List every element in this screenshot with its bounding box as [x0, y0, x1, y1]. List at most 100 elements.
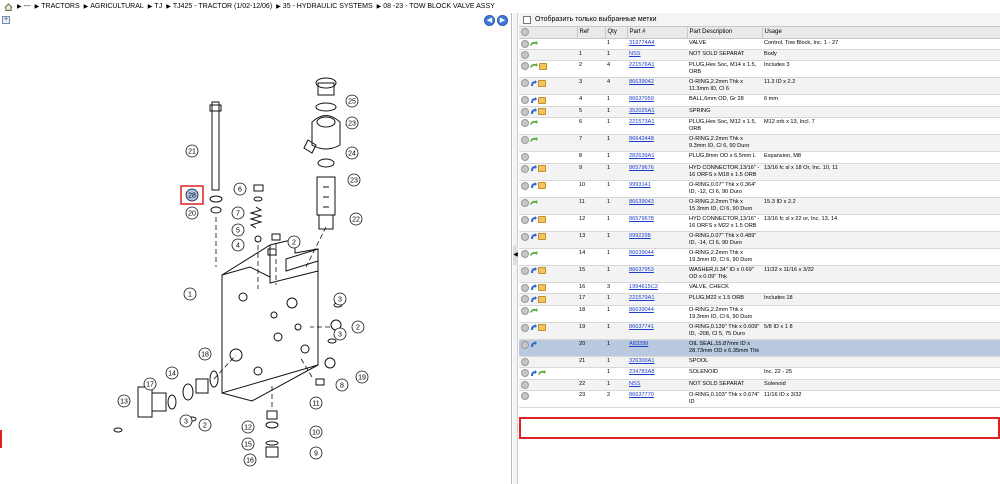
info-icon[interactable]: [521, 79, 529, 88]
part-number-link[interactable]: 86637770: [629, 392, 654, 398]
part-number-link[interactable]: 221579A1: [629, 295, 655, 301]
info-icon[interactable]: [521, 340, 529, 349]
callout-bubble[interactable]: 3: [333, 292, 347, 306]
blue-arrow-icon[interactable]: [530, 108, 537, 115]
table-row[interactable]: 1 234783A8 SOLENOID Inc. 22 - 25: [519, 367, 1000, 380]
callout-bubble[interactable]: 8: [335, 378, 349, 392]
table-row[interactable]: 9 1 86579676 HYD CONNECTOR,13/16" - 16 ORFS…: [519, 163, 1000, 181]
info-icon[interactable]: [521, 266, 529, 275]
parts-box-icon[interactable]: [538, 295, 546, 303]
table-row[interactable]: 10 1 9993141 O-RING,0.07" Thk x 0.364" ID, …: [519, 180, 1000, 198]
parts-box-icon[interactable]: [538, 267, 546, 275]
parts-box-icon[interactable]: [539, 62, 547, 70]
table-row[interactable]: 6 1 221573A1 PLUG,Hex Soc, M12 x 1.5, ORB M1…: [519, 117, 1000, 136]
green-arrow-icon[interactable]: [530, 137, 538, 143]
breadcrumb-item[interactable]: ---: [24, 3, 31, 10]
part-number-link[interactable]: 86642448: [629, 136, 654, 142]
table-row[interactable]: 22 1 NSS NOT SOLD SEPARAT Solenoid: [519, 379, 1000, 392]
info-icon[interactable]: [521, 215, 529, 224]
info-icon[interactable]: [521, 39, 529, 48]
table-row[interactable]: 8 1 282639A1 PLUG,8mm OD x 6.5mm L Expansion…: [519, 151, 1000, 164]
info-icon[interactable]: [521, 369, 529, 378]
info-icon[interactable]: [521, 295, 529, 304]
callout-bubble[interactable]: 15: [241, 437, 255, 451]
callout-bubble[interactable]: 2: [198, 418, 212, 432]
green-arrow-icon[interactable]: [530, 40, 538, 47]
info-icon[interactable]: [521, 380, 529, 389]
part-number-link[interactable]: 86579678: [629, 216, 654, 222]
forward-nav-icon[interactable]: ▶: [497, 15, 508, 26]
callout-bubble[interactable]: 20: [185, 206, 199, 220]
callout-bubble[interactable]: 9: [309, 446, 323, 460]
header-usage[interactable]: Usage: [762, 27, 1000, 39]
info-icon[interactable]: [521, 153, 529, 162]
parts-box-icon[interactable]: [538, 233, 546, 241]
callout-bubble[interactable]: 17: [143, 377, 157, 391]
blue-arrow-icon[interactable]: [530, 96, 537, 104]
part-number-link[interactable]: 1994615C2: [629, 284, 658, 290]
blue-arrow-icon[interactable]: [530, 216, 537, 223]
header-ref[interactable]: Ref: [577, 27, 606, 39]
blue-arrow-icon[interactable]: [530, 324, 537, 331]
breadcrumb-item[interactable]: 35 - HYDRAULIC SYSTEMS: [283, 3, 373, 10]
callout-bubble[interactable]: 14: [165, 366, 179, 380]
callout-bubble[interactable]: 18: [198, 347, 212, 361]
table-row[interactable]: 20 1 A83399 OIL SEAL,15.87mm ID x 28.73mm O…: [519, 339, 1000, 357]
callout-bubble[interactable]: 3: [179, 414, 193, 428]
breadcrumb-item[interactable]: TJ425 - TRACTOR (1/02-12/06): [173, 3, 272, 10]
home-icon[interactable]: [4, 2, 13, 11]
header-icons[interactable]: [519, 27, 578, 39]
info-icon[interactable]: [521, 392, 529, 401]
table-row[interactable]: 21 1 326300A1 SPOOL: [519, 356, 1000, 369]
table-row[interactable]: 3 4 86639042 O-RING,2.2mm Thk x 11.3mm ID, …: [519, 77, 1000, 96]
part-number-link[interactable]: 86639042: [629, 79, 654, 85]
info-icon[interactable]: [521, 62, 529, 71]
callout-bubble[interactable]: 22: [349, 212, 363, 226]
table-row[interactable]: 16 3 1994615C2 VALVE, CHECK: [519, 282, 1000, 295]
parts-box-icon[interactable]: [538, 79, 546, 87]
breadcrumb-item[interactable]: 08 -23 - TOW BLOCK VALVE ASSY: [383, 3, 495, 10]
callout-bubble[interactable]: 7: [231, 206, 245, 220]
part-number-link[interactable]: 86637953: [629, 267, 654, 273]
part-number-link[interactable]: 319774A4: [629, 40, 655, 46]
callout-bubble[interactable]: 5: [231, 223, 245, 237]
callout-bubble[interactable]: 21: [185, 144, 199, 158]
info-icon[interactable]: [521, 249, 529, 258]
callout-bubble[interactable]: 28: [185, 188, 199, 202]
blue-arrow-icon[interactable]: [530, 165, 537, 172]
table-row[interactable]: 7 1 86642448 O-RING,2.2mm Thk x 9.3mm ID, C…: [519, 134, 1000, 153]
back-nav-icon[interactable]: ◀: [484, 15, 495, 26]
table-row[interactable]: 19 1 86637741 O-RING,0.139" Thk x 0.609" ID…: [519, 322, 1000, 340]
part-number-link[interactable]: 9992298: [629, 233, 651, 239]
info-icon[interactable]: [521, 323, 529, 332]
info-icon[interactable]: [521, 283, 529, 292]
blue-arrow-icon[interactable]: [530, 267, 537, 274]
callout-bubble[interactable]: 13: [117, 394, 131, 408]
callout-bubble[interactable]: 3: [333, 327, 347, 341]
pane-splitter[interactable]: ◀: [513, 13, 518, 484]
breadcrumb-item[interactable]: TRACTORS: [41, 3, 79, 10]
table-row[interactable]: 14 1 86639044 O-RING,2.2mm Thk x 19.3mm ID,…: [519, 248, 1000, 266]
table-row[interactable]: 15 1 86637953 WASHER,0.34" ID x 0.69" OD x …: [519, 265, 1000, 283]
green-arrow-icon[interactable]: [538, 370, 546, 376]
info-icon[interactable]: [521, 164, 529, 173]
callout-bubble[interactable]: 6: [233, 182, 247, 196]
expand-button[interactable]: +: [2, 16, 10, 24]
breadcrumb-item[interactable]: AGRICULTURAL: [90, 3, 144, 10]
green-arrow-icon[interactable]: [530, 307, 538, 314]
parts-box-icon[interactable]: [538, 284, 546, 292]
table-row[interactable]: 2 4 221576A1 PLUG,Hex Soc, M14 x 1.5, ORB In…: [519, 60, 1000, 79]
blue-arrow-icon[interactable]: [530, 182, 537, 189]
part-number-link[interactable]: 86639044: [629, 250, 654, 256]
green-arrow-icon[interactable]: [530, 120, 538, 126]
table-row[interactable]: 1 319774A4 VALVE Control, Tow Block, Inc. 1…: [519, 38, 1000, 51]
parts-box-icon[interactable]: [538, 165, 546, 173]
header-qty[interactable]: Qty: [605, 27, 628, 39]
parts-box-icon[interactable]: [538, 216, 546, 224]
part-number-link[interactable]: 282639A1: [629, 153, 655, 159]
part-number-link[interactable]: 221573A1: [629, 119, 655, 125]
breadcrumb-item[interactable]: TJ: [154, 3, 162, 10]
info-icon[interactable]: [521, 306, 529, 315]
table-row[interactable]: 23 2 86637770 O-RING,0.103" Thk x 0.674" ID…: [519, 390, 1000, 409]
callout-bubble[interactable]: 23: [345, 116, 359, 130]
